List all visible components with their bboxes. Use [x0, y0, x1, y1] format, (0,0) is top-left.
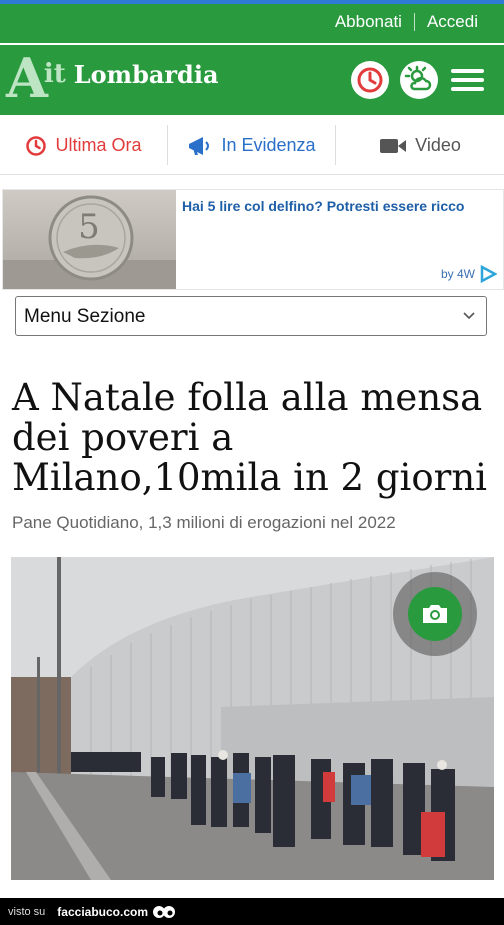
- weather-icon[interactable]: [400, 61, 438, 99]
- clock-icon[interactable]: [351, 61, 389, 99]
- article-subheadline: Pane Quotidiano, 1,3 milioni di erogazio…: [12, 513, 396, 532]
- chevron-down-icon: [463, 312, 475, 320]
- article-headline: A Natale folla alla mensa dei poveri a M…: [12, 376, 488, 499]
- ad-image: 5: [3, 190, 176, 289]
- coin-value: 5: [78, 207, 100, 247]
- top-bar: Abbonati Accedi: [0, 0, 504, 43]
- select-value: Menu Sezione: [24, 306, 146, 327]
- eyes-icon: [153, 905, 175, 918]
- site-logo[interactable]: A it Lombardia: [6, 46, 219, 110]
- logo-it: it: [43, 59, 66, 89]
- sponsored-ad[interactable]: 5 Hai 5 lire col delfino? Potresti esser…: [2, 189, 504, 290]
- ad-by-label: by 4W: [440, 267, 475, 281]
- video-camera-icon: [380, 138, 407, 153]
- nav-item-ultima-ora[interactable]: Ultima Ora: [0, 117, 167, 174]
- play-icon: [480, 265, 497, 283]
- nav-item-in-evidenza[interactable]: In Evidenza: [168, 117, 335, 174]
- section-nav: Ultima Ora In Evidenza Video: [0, 117, 504, 175]
- subscribe-link[interactable]: Abbonati: [335, 12, 402, 32]
- gallery-button[interactable]: [393, 572, 477, 656]
- account-links: Abbonati Accedi: [335, 12, 478, 32]
- clock-icon: [26, 135, 47, 156]
- site-header: A it Lombardia: [0, 45, 504, 115]
- coin-image: 5: [3, 195, 176, 289]
- divider: [413, 13, 415, 31]
- nav-label: Ultima Ora: [55, 135, 142, 155]
- watermark-prefix: visto su: [8, 905, 46, 918]
- megaphone-icon: [189, 136, 210, 155]
- watermark-brand: facciabuco.com: [57, 904, 148, 919]
- ad-attribution[interactable]: by 4W: [441, 265, 497, 283]
- login-link[interactable]: Accedi: [427, 12, 478, 32]
- watermark-bar: visto su facciabuco.com: [0, 898, 504, 925]
- logo-letter: A: [6, 46, 48, 110]
- logo-region: Lombardia: [73, 60, 219, 89]
- menu-icon[interactable]: [451, 69, 484, 91]
- top-accent-line: [0, 0, 504, 4]
- nav-label: In Evidenza: [221, 135, 316, 155]
- section-menu-select[interactable]: Menu Sezione: [15, 296, 487, 336]
- camera-icon: [408, 587, 462, 641]
- ad-title[interactable]: Hai 5 lire col delfino? Potresti essere …: [182, 198, 464, 214]
- nav-item-video[interactable]: Video: [336, 117, 504, 174]
- nav-label: Video: [415, 135, 461, 155]
